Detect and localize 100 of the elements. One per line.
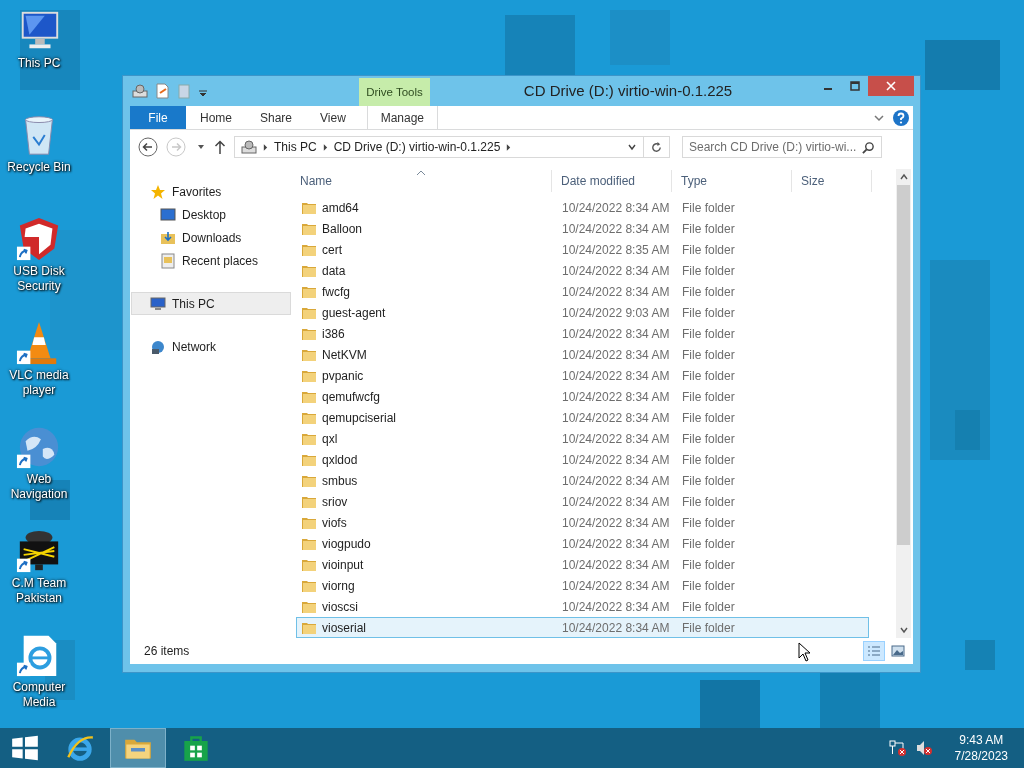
dropdown-caret-icon[interactable]	[627, 142, 637, 152]
file-row[interactable]: vioserial 10/24/2022 8:34 AM File folder	[296, 617, 869, 638]
date-cell-text: 10/24/2022 8:34 AM	[561, 536, 671, 551]
file-row[interactable]: smbus 10/24/2022 8:34 AM File folder	[296, 470, 869, 491]
clock-date: 7/28/2023	[954, 748, 1008, 764]
file-row[interactable]: guest-agent 10/24/2022 9:03 AM File folder	[296, 302, 869, 323]
details-list-icon	[867, 645, 881, 657]
nav-item[interactable]: Downloads	[131, 226, 291, 249]
column-header[interactable]: Size	[792, 170, 872, 192]
file-row[interactable]: Balloon 10/24/2022 8:34 AM File folder	[296, 218, 869, 239]
file-row[interactable]: NetKVM 10/24/2022 8:34 AM File folder	[296, 344, 869, 365]
recent-places-icon	[160, 252, 176, 269]
file-name: i386	[322, 326, 345, 341]
type-cell-text: File folder	[681, 305, 736, 320]
type-cell-text: File folder	[681, 599, 736, 614]
computer-icon	[150, 295, 166, 312]
search-icon[interactable]	[862, 140, 875, 154]
chevron-icon[interactable]	[506, 143, 512, 151]
file-row[interactable]: viofs 10/24/2022 8:34 AM File folder	[296, 512, 869, 533]
file-row[interactable]: qemufwcfg 10/24/2022 8:34 AM File folder	[296, 386, 869, 407]
ribbon-tab[interactable]: Home	[186, 106, 246, 129]
file-name: data	[322, 263, 346, 278]
column-header[interactable]: Type	[672, 170, 792, 192]
file-name: viogpudo	[322, 536, 371, 551]
file-name: Balloon	[322, 221, 363, 236]
icon-label[interactable]: Web Navigation	[1, 472, 77, 502]
clock[interactable]: 9:43 AM 7/28/2023	[940, 732, 1024, 764]
drive-icon[interactable]	[132, 83, 148, 99]
file-name: fwcfg	[322, 284, 350, 299]
type-cell-text: File folder	[681, 347, 736, 362]
address-bar[interactable]: This PC CD Drive (D:) virtio-win-0.1.225	[234, 136, 644, 158]
date-cell-text: 10/24/2022 8:35 AM	[561, 242, 671, 257]
wallpaper-square	[700, 680, 760, 728]
search-field[interactable]: Search CD Drive (D:) virtio-wi...	[682, 136, 882, 158]
image-icon	[891, 645, 905, 657]
close-icon	[886, 81, 896, 91]
icon-label[interactable]: This PC	[1, 56, 77, 71]
date-cell-text: 10/24/2022 8:34 AM	[561, 263, 671, 278]
file-row[interactable]: sriov 10/24/2022 8:34 AM File folder	[296, 491, 869, 512]
file-row[interactable]: qxldod 10/24/2022 8:34 AM File folder	[296, 449, 869, 470]
breadcrumb-item[interactable]: This PC	[274, 140, 317, 154]
back-button[interactable]	[136, 135, 160, 159]
refresh-button[interactable]	[644, 136, 670, 158]
scroll-down-icon[interactable]	[898, 625, 909, 635]
file-row[interactable]: qxl 10/24/2022 8:34 AM File folder	[296, 428, 869, 449]
maximize-icon	[849, 81, 860, 91]
file-row[interactable]: pvpanic 10/24/2022 8:34 AM File folder	[296, 365, 869, 386]
file-row[interactable]: fwcfg 10/24/2022 8:34 AM File folder	[296, 281, 869, 302]
nav-item[interactable]: Desktop	[131, 203, 291, 226]
file-row[interactable]: vioscsi 10/24/2022 8:34 AM File folder	[296, 596, 869, 617]
file-name: pvpanic	[322, 368, 364, 383]
file-row[interactable]: vioinput 10/24/2022 8:34 AM File folder	[296, 554, 869, 575]
nav-item[interactable]: Network	[131, 335, 291, 358]
type-cell-text: File folder	[681, 494, 736, 509]
file-name: amd64	[322, 200, 359, 215]
network-icon	[150, 338, 166, 355]
file-name: qemufwcfg	[322, 389, 381, 404]
nav-item[interactable]: This PC	[131, 292, 291, 315]
folder-icon	[160, 229, 176, 246]
file-name: sriov	[322, 494, 348, 509]
column-header[interactable]: Name	[291, 170, 552, 192]
nav-item[interactable]: Favorites	[131, 180, 291, 203]
date-cell-text: 10/24/2022 8:34 AM	[561, 452, 671, 467]
file-row[interactable]: cert 10/24/2022 8:35 AM File folder	[296, 239, 869, 260]
type-cell-text: File folder	[681, 263, 736, 278]
date-cell-text: 10/24/2022 8:34 AM	[561, 347, 671, 362]
item-count: 26 items	[144, 644, 190, 658]
type-cell-text: File folder	[681, 389, 736, 404]
star-icon	[150, 183, 166, 200]
properties-icon[interactable]	[154, 83, 170, 99]
type-cell-text: File folder	[681, 620, 736, 635]
file-name: vioscsi	[322, 599, 358, 614]
context-tab-header: Drive Tools	[359, 78, 430, 106]
help-icon[interactable]	[893, 109, 909, 126]
type-cell-text: File folder	[681, 578, 736, 593]
breadcrumb-item[interactable]: CD Drive (D:) virtio-win-0.1.225	[333, 140, 501, 154]
nav-item[interactable]: Recent places	[131, 249, 291, 272]
network-disconnected-icon[interactable]	[888, 739, 907, 757]
type-cell-text: File folder	[681, 557, 736, 572]
up-arrow-icon[interactable]	[214, 140, 226, 154]
file-row[interactable]: amd64 10/24/2022 8:34 AM File folder	[296, 197, 869, 218]
volume-muted-icon[interactable]	[914, 739, 933, 757]
scroll-up-icon[interactable]	[898, 172, 909, 182]
file-row[interactable]: data 10/24/2022 8:34 AM File folder	[296, 260, 869, 281]
date-cell-text: 10/24/2022 8:34 AM	[561, 284, 671, 299]
file-row[interactable]: viogpudo 10/24/2022 8:34 AM File folder	[296, 533, 869, 554]
ribbon-tab[interactable]: View	[306, 106, 360, 129]
file-menu-button[interactable]: File	[130, 106, 186, 129]
scrollbar[interactable]	[896, 169, 911, 638]
file-row[interactable]: viorng 10/24/2022 8:34 AM File folder	[296, 575, 869, 596]
date-cell-text: 10/24/2022 8:34 AM	[561, 221, 671, 236]
chevron-icon[interactable]	[322, 143, 328, 151]
wallpaper-square	[965, 640, 995, 670]
chevron-icon[interactable]	[263, 143, 268, 151]
file-row[interactable]: qemupciserial 10/24/2022 8:34 AM File folder	[296, 407, 869, 428]
ribbon-tab[interactable]: Share	[246, 106, 307, 129]
column-header[interactable]: Date modified	[552, 170, 672, 192]
file-name: NetKVM	[322, 347, 367, 362]
type-cell-text: File folder	[681, 536, 736, 551]
file-row[interactable]: i386 10/24/2022 8:34 AM File folder	[296, 323, 869, 344]
